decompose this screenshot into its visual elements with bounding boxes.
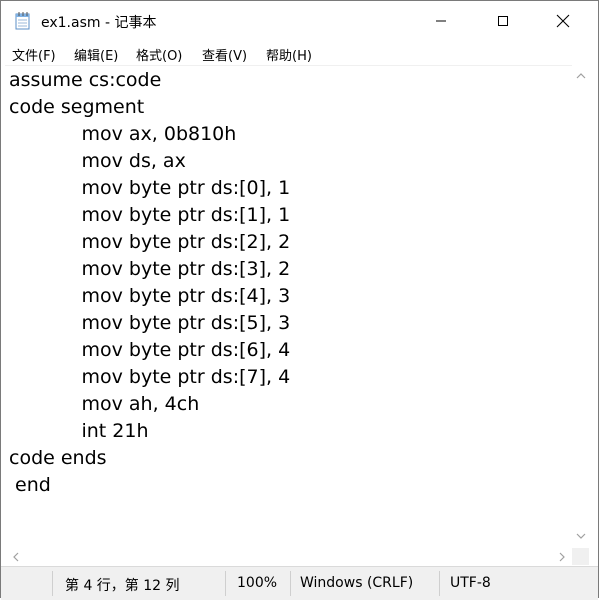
code-line: mov byte ptr ds:[3], 2 [9,258,291,280]
close-icon [556,14,570,28]
chevron-right-icon [559,552,565,561]
code-line: mov byte ptr ds:[5], 3 [9,312,291,334]
menu-bar: 文件(F) 编辑(E) 格式(O) 查看(V) 帮助(H) [1,41,598,65]
notepad-window: ex1.asm - 记事本 文件(F) 编辑(E) 格式(O) 查看(V) 帮助… [0,0,599,600]
scroll-right-button[interactable] [553,548,570,565]
chevron-up-icon [576,72,585,78]
menu-format[interactable]: 格式(O) [136,45,182,64]
code-line: int 21h [9,420,149,442]
status-divider [225,571,226,596]
code-line: mov byte ptr ds:[1], 1 [9,204,291,226]
status-bar: 第 4 行，第 12 列 100% Windows (CRLF) UTF-8 [1,566,598,600]
notepad-icon [15,12,30,30]
encoding: UTF-8 [450,575,491,591]
menu-view[interactable]: 查看(V) [202,45,247,64]
status-divider [52,571,53,596]
scroll-down-button[interactable] [572,527,589,544]
scrollbar-corner [572,548,589,565]
chevron-left-icon [12,552,18,561]
chevron-down-icon [576,533,585,539]
window-title: ex1.asm - 记事本 [41,15,157,31]
maximize-button[interactable] [480,1,526,41]
zoom-level: 100% [237,575,278,591]
title-bar[interactable]: ex1.asm - 记事本 [1,1,598,41]
code-line: code ends [9,447,107,469]
code-line: mov ds, ax [9,150,186,172]
code-line: mov ah, 4ch [9,393,200,415]
scroll-up-button[interactable] [572,67,589,84]
menu-file[interactable]: 文件(F) [12,45,56,64]
code-line: mov byte ptr ds:[4], 3 [9,285,291,307]
menu-edit[interactable]: 编辑(E) [74,45,118,64]
horizontal-scrollbar[interactable] [5,548,572,565]
maximize-icon [498,16,508,26]
code-line: end [9,474,51,496]
vertical-scrollbar[interactable] [572,65,589,548]
text-editor[interactable]: assume cs:code code segment mov ax, 0b81… [5,65,572,549]
close-button[interactable] [540,1,586,41]
scroll-left-button[interactable] [7,548,24,565]
status-divider [290,571,291,596]
code-line: mov byte ptr ds:[0], 1 [9,177,291,199]
minimize-icon [436,20,446,22]
code-line: mov byte ptr ds:[6], 4 [9,339,291,361]
cursor-position: 第 4 行，第 12 列 [65,578,180,594]
minimize-button[interactable] [418,1,464,41]
menu-help[interactable]: 帮助(H) [266,45,312,64]
code-line: code segment [9,96,145,118]
code-line: mov byte ptr ds:[2], 2 [9,231,291,253]
code-line: assume cs:code [9,69,162,91]
code-line: mov byte ptr ds:[7], 4 [9,366,291,388]
line-ending: Windows (CRLF) [300,575,414,591]
status-divider [439,571,440,596]
code-line: mov ax, 0b810h [9,123,237,145]
